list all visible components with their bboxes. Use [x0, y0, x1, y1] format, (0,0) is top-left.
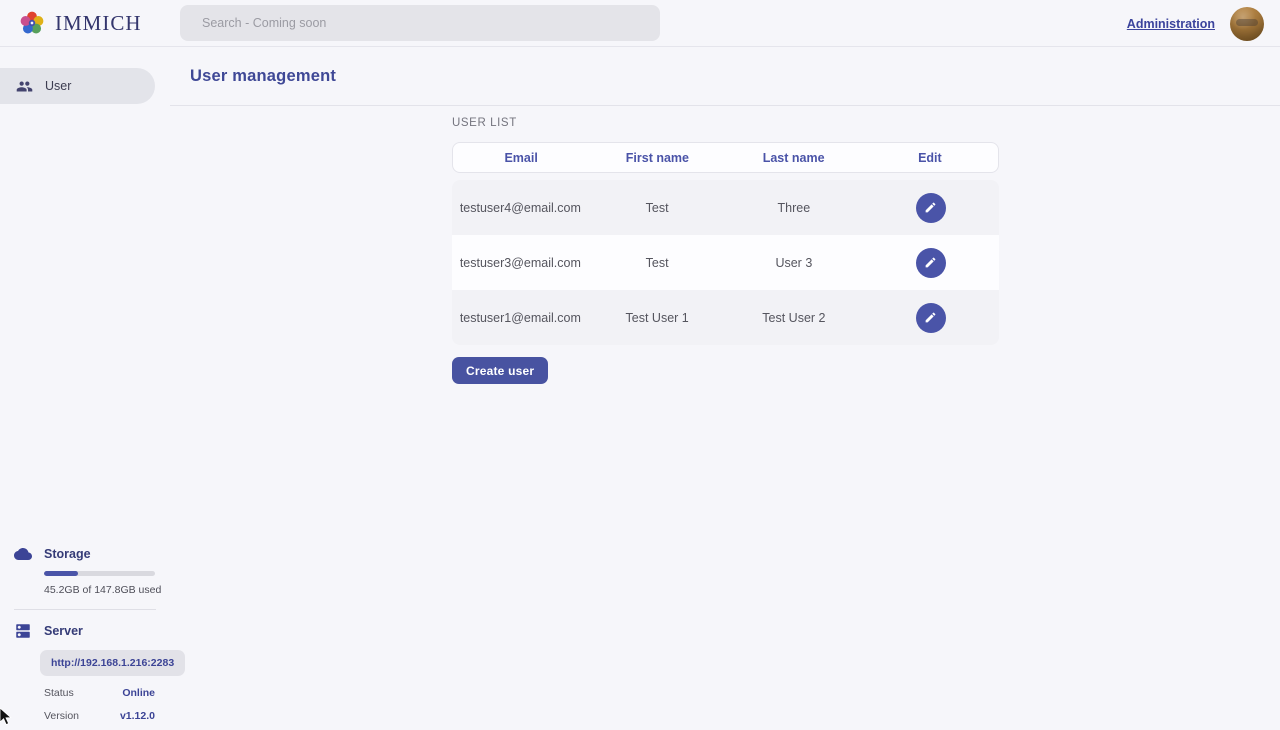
main-content: User management USER LIST Email First na… — [170, 47, 1280, 730]
column-header-email: Email — [453, 151, 589, 165]
immich-admin-page: IMMICH Administration User — [0, 0, 1280, 730]
storage-title: Storage — [44, 547, 91, 561]
server-section: Server — [14, 622, 170, 640]
cloud-icon — [14, 545, 32, 563]
sidebar-divider — [14, 609, 156, 610]
sidebar-item-label: User — [45, 79, 71, 93]
server-version-row: Version v1.12.0 — [44, 710, 155, 722]
pencil-icon — [924, 201, 937, 214]
user-edit-cell — [862, 303, 999, 333]
user-table: testuser4@email.com Test Three — [452, 180, 999, 345]
user-edit-cell — [862, 193, 999, 223]
top-navbar: IMMICH Administration — [0, 0, 1280, 47]
body-wrap: User Storage 45.2GB of 147.8GB used — [0, 47, 1280, 730]
status-label: Status — [44, 687, 74, 699]
user-email-cell: testuser1@email.com — [452, 311, 589, 325]
page-header: User management — [170, 47, 1280, 106]
storage-usage-text: 45.2GB of 147.8GB used — [44, 584, 170, 596]
user-first-name-cell: Test — [589, 256, 726, 270]
status-value: Online — [122, 687, 155, 699]
search-input[interactable] — [180, 5, 660, 41]
storage-progress-fill — [44, 571, 78, 576]
column-header-first-name: First name — [589, 151, 725, 165]
user-last-name-cell: Test User 2 — [726, 311, 863, 325]
administration-link[interactable]: Administration — [1127, 17, 1215, 31]
user-first-name-cell: Test User 1 — [589, 311, 726, 325]
server-url-chip: http://192.168.1.216:2283 — [40, 650, 185, 676]
storage-section: Storage — [14, 545, 170, 563]
table-row: testuser4@email.com Test Three — [452, 180, 999, 235]
topbar-right: Administration — [1127, 0, 1264, 47]
user-first-name-cell: Test — [589, 201, 726, 215]
user-table-header: Email First name Last name Edit — [452, 142, 999, 173]
edit-user-button[interactable] — [916, 248, 946, 278]
sidebar: User Storage 45.2GB of 147.8GB used — [0, 47, 170, 730]
user-last-name-cell: Three — [726, 201, 863, 215]
server-title: Server — [44, 624, 83, 638]
user-email-cell: testuser3@email.com — [452, 256, 589, 270]
users-icon — [16, 78, 33, 95]
create-user-button[interactable]: Create user — [452, 357, 548, 384]
user-email-cell: testuser4@email.com — [452, 201, 589, 215]
sidebar-item-user[interactable]: User — [0, 68, 155, 104]
server-status-row: Status Online — [44, 687, 155, 699]
dns-icon — [14, 622, 32, 640]
column-header-edit: Edit — [862, 151, 998, 165]
immich-logo[interactable]: IMMICH — [18, 9, 142, 37]
version-value: v1.12.0 — [120, 710, 155, 722]
content-body: USER LIST Email First name Last name Edi… — [170, 106, 1280, 384]
pencil-icon — [924, 311, 937, 324]
immich-flower-icon — [18, 9, 46, 37]
brand-wordmark: IMMICH — [55, 11, 142, 36]
page-title: User management — [190, 67, 336, 86]
table-row: testuser1@email.com Test User 1 Test Use… — [452, 290, 999, 345]
table-row: testuser3@email.com Test User 3 — [452, 235, 999, 290]
user-edit-cell — [862, 248, 999, 278]
version-label: Version — [44, 710, 79, 722]
sidebar-footer: Storage 45.2GB of 147.8GB used Server ht… — [0, 545, 170, 722]
pencil-icon — [924, 256, 937, 269]
edit-user-button[interactable] — [916, 193, 946, 223]
edit-user-button[interactable] — [916, 303, 946, 333]
storage-progress-bar — [44, 571, 155, 576]
column-header-last-name: Last name — [726, 151, 862, 165]
user-last-name-cell: User 3 — [726, 256, 863, 270]
user-avatar[interactable] — [1230, 7, 1264, 41]
user-list-label: USER LIST — [452, 117, 1280, 129]
